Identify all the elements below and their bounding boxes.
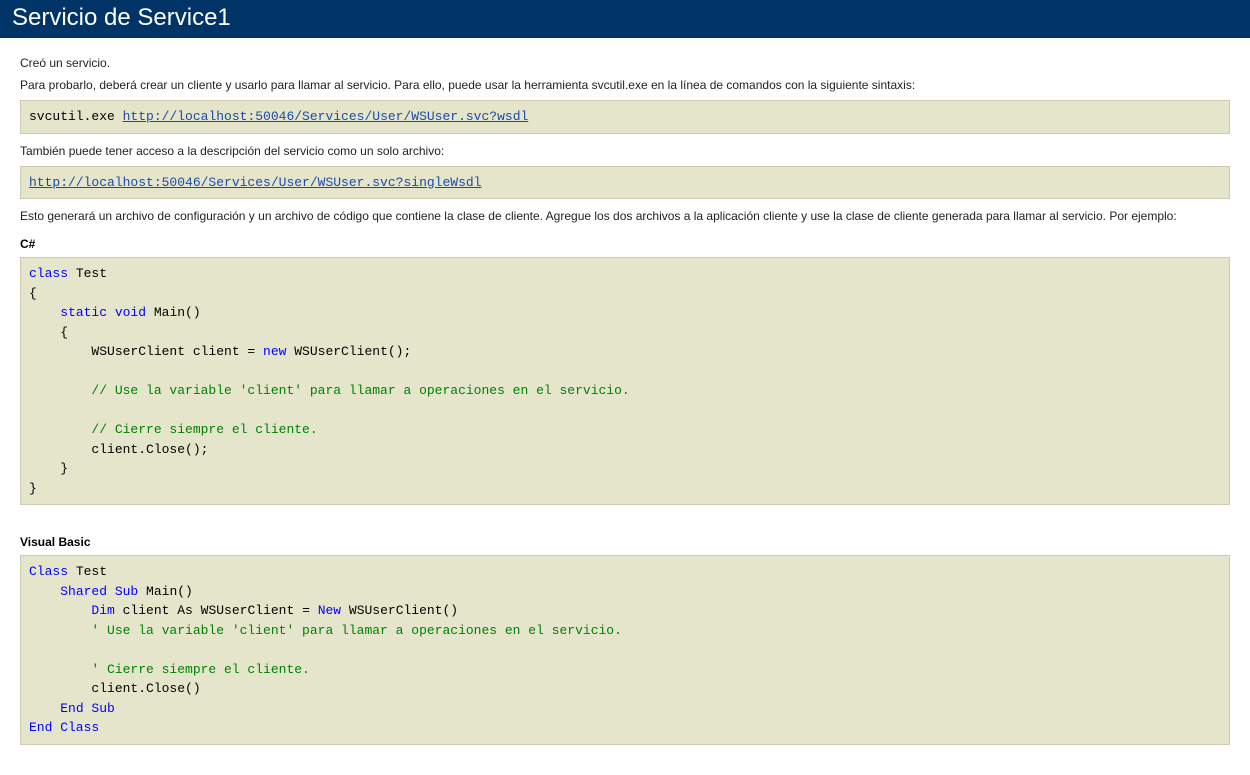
kw-static: static — [60, 305, 107, 320]
vb-comment-close: ' Cierre siempre el cliente. — [29, 662, 310, 677]
client-decl-pre: WSUserClient client = — [29, 344, 263, 359]
main-sig: Main() — [146, 305, 201, 320]
vb-name-test: Test — [68, 564, 107, 579]
vb-end-class: End Class — [29, 720, 99, 735]
brace-open: { — [29, 286, 37, 301]
comment-use: // Use la variable 'client' para llamar … — [29, 383, 630, 398]
wsdl-link[interactable]: http://localhost:50046/Services/User/WSU… — [123, 109, 529, 124]
brace-close: } — [29, 481, 37, 496]
test-instructions: Para probarlo, deberá crear un cliente y… — [20, 78, 1230, 92]
vb-client-as: client As — [115, 603, 201, 618]
single-wsdl-box: http://localhost:50046/Services/User/WSU… — [20, 166, 1230, 200]
page-title: Servicio de Service1 — [12, 4, 231, 31]
single-wsdl-link[interactable]: http://localhost:50046/Services/User/WSU… — [29, 175, 481, 190]
vb-code-box: Class Test Shared Sub Main() Dim client … — [20, 555, 1230, 745]
vb-ctor: WSUserClient() — [341, 603, 458, 618]
name-test: Test — [68, 266, 107, 281]
vb-end-sub: End Sub — [60, 701, 115, 716]
vb-indent1b — [29, 701, 60, 716]
line-close: client.Close(); — [29, 442, 208, 457]
kw-new: new — [263, 344, 286, 359]
single-wsdl-intro: También puede tener acceso a la descripc… — [20, 144, 1230, 158]
vb-label: Visual Basic — [20, 535, 1230, 549]
vb-type: WSUserClient — [201, 603, 295, 618]
csharp-code-box: class Test { static void Main() { WSUser… — [20, 257, 1230, 505]
vb-indent2 — [29, 603, 91, 618]
brace-close2: } — [29, 461, 68, 476]
vb-kw-shared: Shared — [60, 584, 107, 599]
vb-kw-sub: Sub — [107, 584, 138, 599]
vb-kw-class: Class — [29, 564, 68, 579]
csharp-label: C# — [20, 237, 1230, 251]
vb-main-sig: Main() — [138, 584, 193, 599]
brace-open2: { — [29, 325, 68, 340]
svcutil-command-box: svcutil.exe http://localhost:50046/Servi… — [20, 100, 1230, 134]
vb-indent1 — [29, 584, 60, 599]
comment-close: // Cierre siempre el cliente. — [29, 422, 318, 437]
vb-eq: = — [294, 603, 317, 618]
svcutil-tool: svcutil.exe — [29, 109, 123, 124]
page-header: Servicio de Service1 — [0, 0, 1250, 38]
generated-info: Esto generará un archivo de configuració… — [20, 209, 1230, 223]
kw-void: void — [107, 305, 146, 320]
kw-class: class — [29, 266, 68, 281]
vb-comment-use: ' Use la variable 'client' para llamar a… — [29, 623, 622, 638]
vb-line-close: client.Close() — [29, 681, 201, 696]
created-text: Creó un servicio. — [20, 56, 1230, 70]
content-area: Creó un servicio. Para probarlo, deberá … — [0, 38, 1250, 775]
vb-kw-dim: Dim — [91, 603, 114, 618]
indent — [29, 305, 60, 320]
vb-kw-new: New — [318, 603, 341, 618]
client-decl-post: WSUserClient(); — [286, 344, 411, 359]
